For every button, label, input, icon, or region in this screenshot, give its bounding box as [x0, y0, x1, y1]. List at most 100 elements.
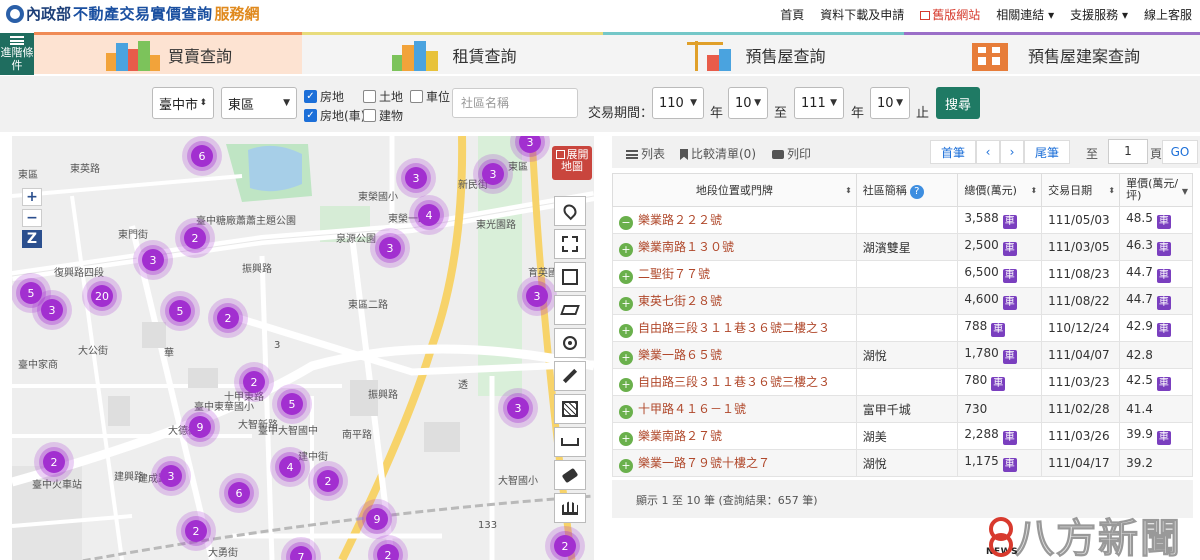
city-select[interactable]: 臺中市 ⬍ [152, 87, 214, 119]
draw-route-tool[interactable] [554, 196, 586, 226]
tab-presale-project-query[interactable]: 預售屋建案查詢 [904, 32, 1200, 74]
map-cluster-marker[interactable]: 9 [180, 407, 220, 447]
address-link[interactable]: 自由路三段３１１巷３６號三樓之３ [638, 375, 830, 389]
list-view-button[interactable]: 列表 [626, 145, 665, 162]
map-cluster-marker[interactable]: 4 [270, 447, 310, 487]
map-cluster-marker[interactable]: 3 [32, 290, 72, 330]
cell-address[interactable]: + 樂業南路２７號 [612, 422, 857, 450]
map-cluster-marker[interactable]: 5 [160, 291, 200, 331]
cell-address[interactable]: + 東英七街２８號 [612, 287, 857, 315]
measure-tool[interactable] [554, 427, 586, 457]
table-row[interactable]: + 十甲路４１６－１號 富甲千城 730 111/02/28 41.4 [612, 395, 1193, 423]
table-row[interactable]: + 樂業一路７９號十樓之７ 湖悅 1,175 車 111/04/17 39.2 [612, 449, 1193, 477]
search-button[interactable]: 搜尋 [936, 87, 980, 119]
map-cluster-marker[interactable]: 3 [473, 154, 513, 194]
site-logo[interactable]: 內政部 不動產交易實價查詢 服務網 [6, 3, 260, 24]
locate-tool[interactable] [554, 328, 586, 358]
map-cluster-marker[interactable]: 2 [34, 442, 74, 482]
address-link[interactable]: 樂業一路６５號 [638, 348, 722, 362]
select-area-tool[interactable] [554, 229, 586, 259]
landmark-tool[interactable] [554, 493, 586, 523]
expand-map-button[interactable]: 展開地圖 [552, 146, 592, 180]
nav-online-service[interactable]: 線上客服 [1144, 6, 1192, 23]
map-cluster-marker[interactable]: 3 [151, 456, 191, 496]
cell-address[interactable]: + 二聖街７７號 [612, 260, 857, 288]
map-z-button[interactable]: Z [22, 230, 42, 248]
cell-address[interactable]: − 樂業路２２２號 [612, 206, 857, 234]
nav-support[interactable]: 支援服務 ▾ [1070, 6, 1128, 23]
draw-tool[interactable] [554, 361, 586, 391]
table-row[interactable]: + 二聖街７７號 6,500 車 111/08/23 44.7 車 [612, 260, 1193, 288]
zoom-in-button[interactable]: + [22, 188, 42, 206]
go-button[interactable]: GO [1162, 140, 1198, 164]
type-checkbox-land[interactable]: 土地 [363, 88, 403, 105]
expand-row-icon[interactable]: + [619, 242, 633, 257]
cell-address[interactable]: + 樂業一路７９號十樓之７ [612, 449, 857, 477]
map-cluster-marker[interactable]: 3 [498, 388, 538, 428]
table-row[interactable]: + 東英七街２８號 4,600 車 111/08/22 44.7 車 [612, 287, 1193, 315]
col-address[interactable]: 地段位置或門牌 ⬍ [612, 173, 857, 207]
map-cluster-marker[interactable]: 2 [175, 218, 215, 258]
to-year-select[interactable]: 111 ▼ [794, 87, 844, 119]
type-checkbox-house-land[interactable]: 房地 [304, 88, 344, 105]
print-button[interactable]: 列印 [772, 145, 811, 162]
tab-presale-query[interactable]: 預售屋查詢 [603, 32, 904, 74]
address-link[interactable]: 二聖街７７號 [638, 267, 710, 281]
type-checkbox-parking[interactable]: 車位 [410, 88, 450, 105]
col-community[interactable]: 社區簡稱? [855, 173, 959, 207]
cell-address[interactable]: + 自由路三段３１１巷３６號二樓之３ [612, 314, 857, 342]
table-row[interactable]: + 樂業南路２７號 湖美 2,288 車 111/03/26 39.9 車 [612, 422, 1193, 450]
map-cluster-marker[interactable]: 9 [357, 499, 397, 539]
cell-address[interactable]: + 自由路三段３１１巷３６號三樓之３ [612, 368, 857, 396]
map-cluster-marker[interactable]: 5 [272, 384, 312, 424]
expand-row-icon[interactable]: + [619, 350, 633, 365]
map-cluster-marker[interactable]: 2 [176, 511, 216, 551]
zoom-out-button[interactable]: − [22, 209, 42, 227]
last-page-button[interactable]: 尾筆 [1024, 140, 1070, 164]
col-unit-price[interactable]: 單價(萬元/坪) ▼ [1119, 173, 1193, 207]
address-link[interactable]: 樂業一路７９號十樓之７ [638, 456, 770, 470]
type-checkbox-house-land-parking[interactable]: 房地(車) [304, 107, 365, 124]
community-name-input[interactable] [452, 88, 578, 118]
to-month-select[interactable]: 10 ▼ [870, 87, 910, 119]
table-row[interactable]: + 樂業一路６５號 湖悅 1,780 車 111/04/07 42.8 [612, 341, 1193, 369]
next-page-button[interactable]: › [1000, 140, 1024, 164]
expand-row-icon[interactable]: − [619, 215, 633, 230]
address-link[interactable]: 東英七街２８號 [638, 294, 722, 308]
hatch-area-tool[interactable] [554, 394, 586, 424]
tab-rent-query[interactable]: 租賃查詢 [302, 32, 603, 74]
address-link[interactable]: 自由路三段３１１巷３６號二樓之３ [638, 321, 830, 335]
compare-list-button[interactable]: 比較清單(0) [680, 145, 756, 162]
first-page-button[interactable]: 首筆 [930, 140, 976, 164]
map-cluster-marker[interactable]: 2 [208, 298, 248, 338]
expand-row-icon[interactable]: + [619, 431, 633, 446]
expand-row-icon[interactable]: + [619, 377, 633, 392]
address-link[interactable]: 樂業南路２７號 [638, 429, 722, 443]
cell-address[interactable]: + 樂業一路６５號 [612, 341, 857, 369]
map-cluster-marker[interactable]: 3 [517, 276, 557, 316]
map-cluster-marker[interactable]: 20 [82, 276, 122, 316]
page-number-input[interactable]: 1 [1108, 139, 1148, 164]
from-month-select[interactable]: 10 ▼ [728, 87, 768, 119]
nav-home[interactable]: 首頁 [780, 6, 804, 23]
address-link[interactable]: 十甲路４１６－１號 [638, 402, 746, 416]
nav-old-site[interactable]: 舊版網站 [920, 6, 980, 23]
col-date[interactable]: 交易日期 ⬍ [1041, 173, 1121, 207]
layers-tool[interactable] [554, 295, 586, 325]
prev-page-button[interactable]: ‹ [976, 140, 1000, 164]
from-year-select[interactable]: 110 ▼ [652, 87, 704, 119]
expand-row-icon[interactable]: + [619, 269, 633, 284]
map-cluster-marker[interactable]: 2 [308, 461, 348, 501]
expand-row-icon[interactable]: + [619, 323, 633, 338]
district-select[interactable]: 東區 ▼ [221, 87, 297, 119]
eraser-tool[interactable] [554, 460, 586, 490]
table-row[interactable]: − 樂業路２２２號 3,588 車 111/05/03 48.5 車 [612, 206, 1193, 234]
cell-address[interactable]: + 十甲路４１６－１號 [612, 395, 857, 423]
table-row[interactable]: + 自由路三段３１１巷３６號二樓之３ 788 車 110/12/24 42.9 車 [612, 314, 1193, 342]
map-cluster-marker[interactable]: 6 [182, 136, 222, 176]
map-cluster-marker[interactable]: 2 [234, 362, 274, 402]
type-checkbox-building[interactable]: 建物 [363, 107, 403, 124]
nav-download[interactable]: 資料下載及申請 [820, 6, 904, 23]
nav-related-links[interactable]: 相關連結 ▾ [996, 6, 1054, 23]
tab-sale-query[interactable]: 買賣查詢 [34, 32, 302, 74]
